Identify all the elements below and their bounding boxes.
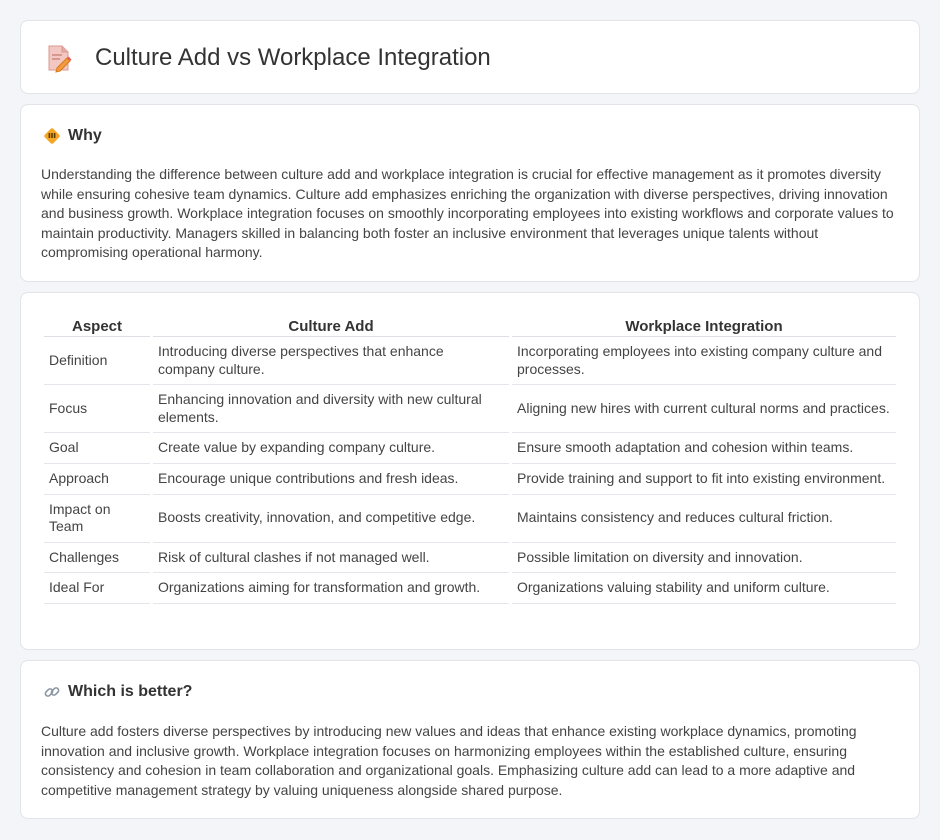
aspect-cell: Focus: [44, 385, 150, 434]
aspect-cell: Goal: [44, 433, 150, 464]
page-title: Culture Add vs Workplace Integration: [95, 44, 491, 71]
table-row: Focus Enhancing innovation and diversity…: [44, 385, 896, 434]
table-row: Impact on Team Boosts creativity, innova…: [44, 495, 896, 543]
comparison-table: Aspect Culture Add Workplace Integration…: [41, 315, 899, 604]
better-heading: Which is better?: [43, 683, 192, 701]
aspect-cell: Challenges: [44, 543, 150, 574]
header-card: Culture Add vs Workplace Integration: [20, 20, 920, 94]
workplace-integration-cell: Incorporating employees into existing co…: [512, 337, 896, 386]
header-aspect: Aspect: [44, 315, 150, 337]
aspect-cell: Ideal For: [44, 573, 150, 604]
header-culture-add: Culture Add: [153, 315, 509, 337]
aspect-cell: Definition: [44, 337, 150, 386]
culture-add-cell: Encourage unique contributions and fresh…: [153, 464, 509, 495]
table-row: Ideal For Organizations aiming for trans…: [44, 573, 896, 604]
table-row: Goal Create value by expanding company c…: [44, 433, 896, 464]
aspect-cell: Impact on Team: [44, 495, 150, 543]
workplace-integration-cell: Organizations valuing stability and unif…: [512, 573, 896, 604]
workplace-integration-cell: Ensure smooth adaptation and cohesion wi…: [512, 433, 896, 464]
table-row: Challenges Risk of cultural clashes if n…: [44, 543, 896, 574]
culture-add-cell: Organizations aiming for transformation …: [153, 573, 509, 604]
table-header-row: Aspect Culture Add Workplace Integration: [44, 315, 896, 337]
culture-add-cell: Risk of cultural clashes if not managed …: [153, 543, 509, 574]
table-row: Definition Introducing diverse perspecti…: [44, 337, 896, 386]
link-icon: [44, 687, 60, 697]
title-row: Culture Add vs Workplace Integration: [45, 43, 491, 73]
comparison-card: Aspect Culture Add Workplace Integration…: [20, 292, 920, 650]
diamond-sign-icon: [44, 128, 60, 144]
why-heading: Why: [43, 127, 102, 145]
aspect-cell: Approach: [44, 464, 150, 495]
document-pencil-icon: [48, 45, 72, 73]
better-title: Which is better?: [68, 683, 193, 700]
why-text: Understanding the difference between cul…: [41, 166, 894, 261]
culture-add-cell: Create value by expanding company cultur…: [153, 433, 509, 464]
workplace-integration-cell: Provide training and support to fit into…: [512, 464, 896, 495]
culture-add-cell: Enhancing innovation and diversity with …: [153, 385, 509, 434]
table-row: Approach Encourage unique contributions …: [44, 464, 896, 495]
why-title: Why: [68, 127, 102, 144]
workplace-integration-cell: Possible limitation on diversity and inn…: [512, 543, 896, 574]
header-workplace-integration: Workplace Integration: [512, 315, 896, 337]
why-card: Why Understanding the difference between…: [20, 104, 920, 282]
culture-add-cell: Introducing diverse perspectives that en…: [153, 337, 509, 386]
workplace-integration-cell: Aligning new hires with current cultural…: [512, 385, 896, 434]
better-card: Which is better? Culture add fosters div…: [20, 660, 920, 819]
better-text: Culture add fosters diverse perspectives…: [41, 723, 857, 798]
culture-add-cell: Boosts creativity, innovation, and compe…: [153, 495, 509, 543]
workplace-integration-cell: Maintains consistency and reduces cultur…: [512, 495, 896, 543]
